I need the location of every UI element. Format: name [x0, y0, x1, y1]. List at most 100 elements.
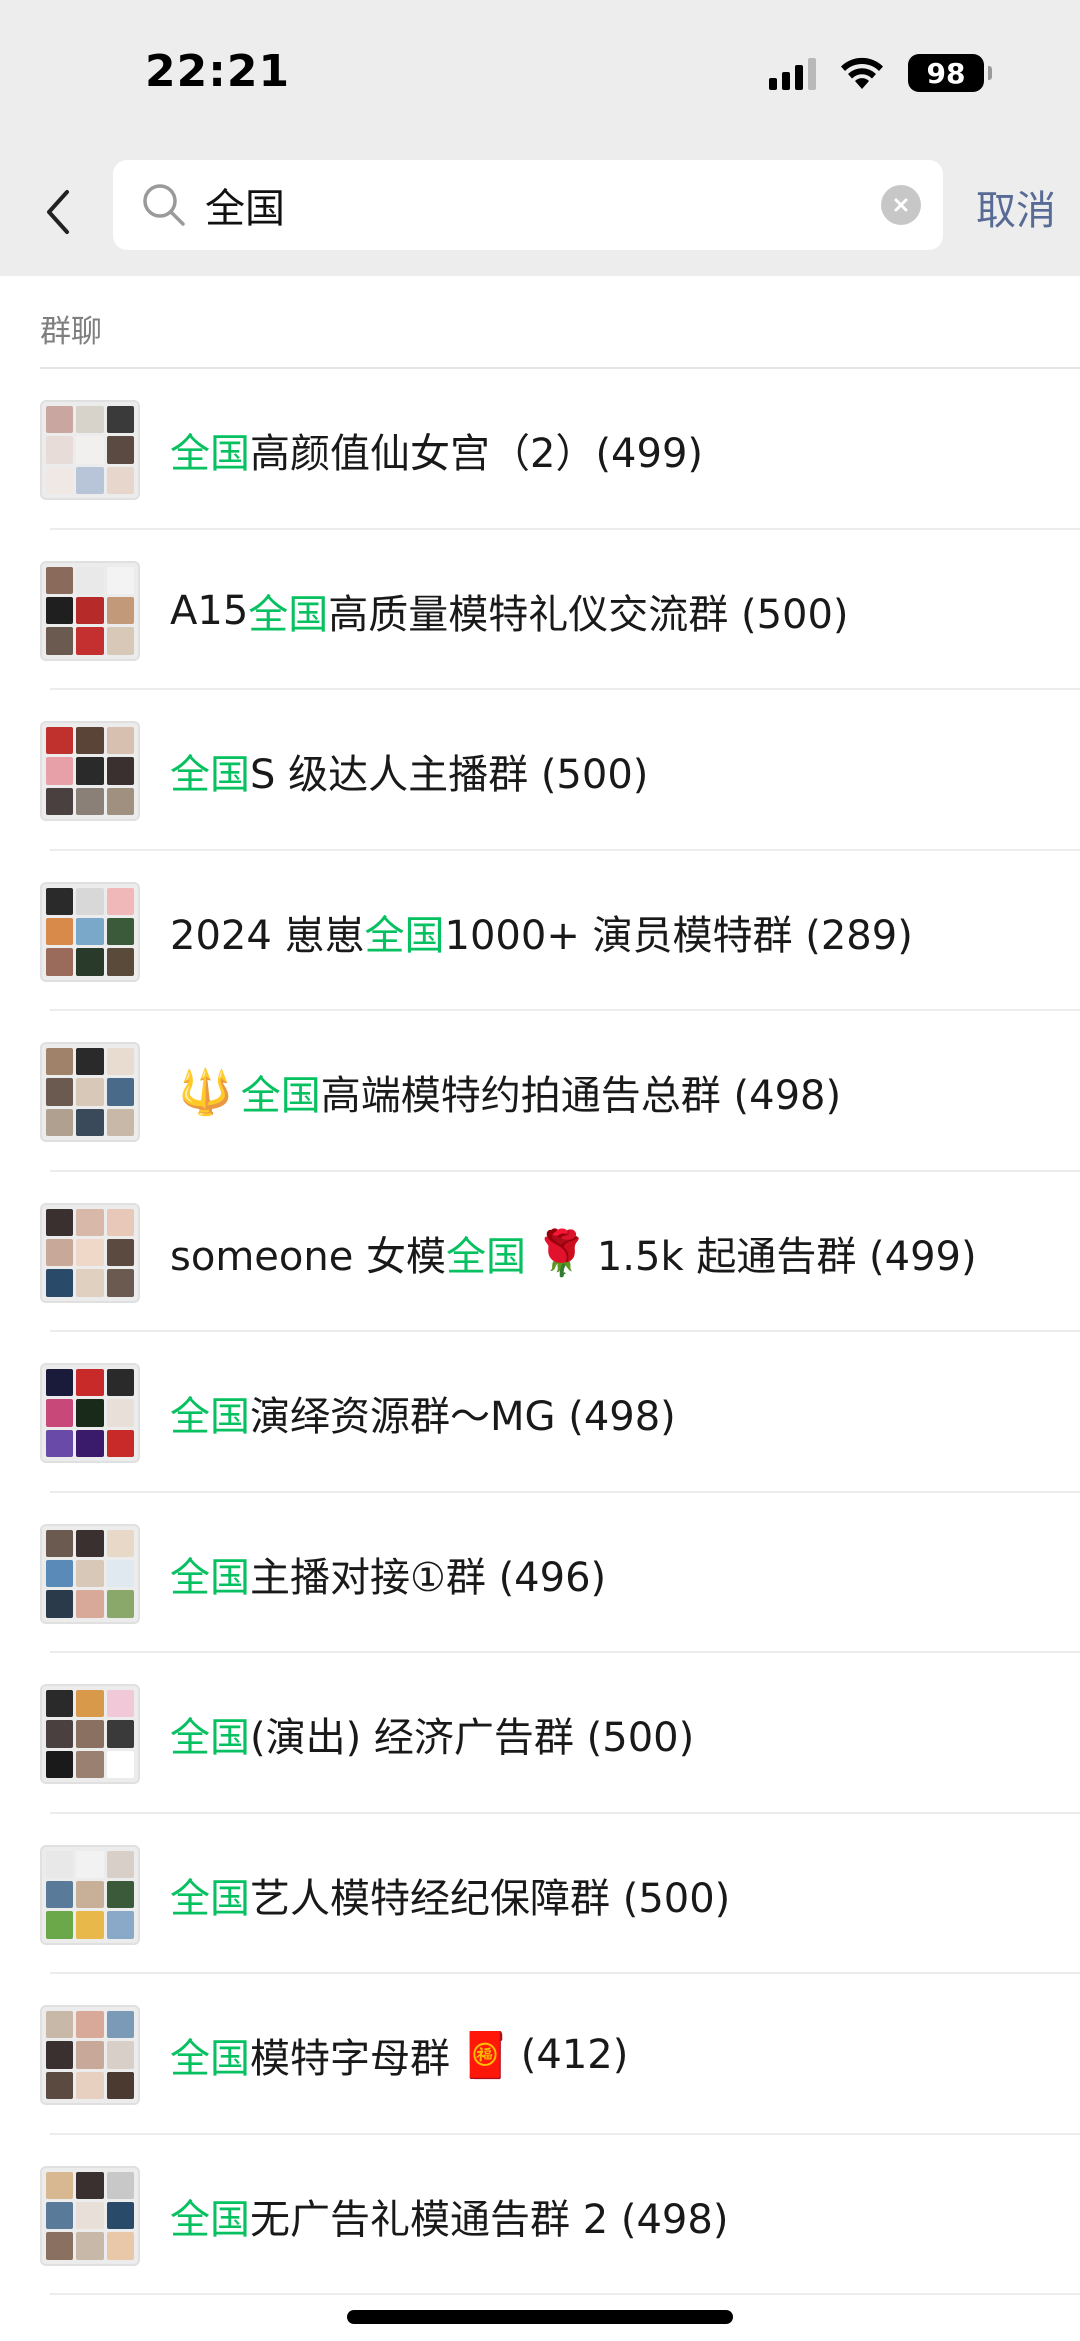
avatar-tile	[106, 948, 134, 976]
status-time: 22:21	[145, 46, 291, 97]
group-name-suffix: 高质量模特礼仪交流群 (500)	[328, 591, 849, 638]
clear-icon[interactable]	[881, 185, 921, 225]
avatar-tile	[46, 787, 74, 815]
avatar-tile	[46, 1590, 74, 1618]
group-name: 2024 崽崽 全国 1000+ 演员模特群 (289)	[170, 895, 1020, 969]
avatar-tile	[106, 1850, 134, 1878]
list-item[interactable]: A15 全国 高质量模特礼仪交流群 (500)	[0, 530, 1080, 690]
avatar-tile	[46, 2171, 74, 2199]
avatar-tile	[106, 727, 134, 755]
list-item[interactable]: 全国 无广告礼模通告群 2 (498)	[0, 2135, 1080, 2295]
row-divider	[50, 2293, 1080, 2295]
list-item[interactable]: 全国 艺人模特经纪保障群 (500)	[0, 1814, 1080, 1974]
avatar-tile	[76, 1559, 104, 1588]
search-box[interactable]	[113, 160, 943, 250]
list-item[interactable]: 全国 模特字母群 🧧 (412)	[0, 1974, 1080, 2135]
avatar-tile	[46, 1269, 74, 1297]
list-item[interactable]: 全国 高颜值仙女宫（2）(499)	[0, 369, 1080, 530]
avatar-tile	[76, 727, 104, 755]
avatar-tile	[46, 757, 74, 785]
avatar-tile	[46, 887, 74, 915]
avatar-tile	[106, 1559, 134, 1588]
group-avatar	[40, 1523, 140, 1624]
avatar-tile	[106, 1529, 134, 1557]
avatar-tile	[76, 1048, 104, 1076]
result-list: 全国 高颜值仙女宫（2）(499) A15 全国 高质量模特礼仪交流群 (500) 全国…	[0, 369, 1080, 2295]
avatar-tile	[76, 948, 104, 976]
group-name-tail: 1.5k 起通告群 (499)	[596, 1233, 977, 1280]
avatar-tile	[106, 2201, 134, 2230]
search-match-highlight: 全国	[170, 2036, 250, 2082]
group-avatar	[40, 1844, 140, 1945]
avatar-tile	[76, 436, 104, 464]
group-name: 全国 高颜值仙女宫（2）(499)	[170, 413, 1020, 487]
group-name-prefix: A15	[170, 587, 249, 634]
avatar-tile	[76, 1078, 104, 1106]
avatar-tile	[106, 917, 134, 946]
status-bar: 22:21 98	[0, 0, 1080, 150]
avatar-tile	[106, 2041, 134, 2069]
list-item[interactable]: someone 女模 全国 🌹 1.5k 起通告群 (499)	[0, 1172, 1080, 1332]
search-match-highlight: 全国	[170, 2196, 250, 2243]
avatar-tile	[46, 436, 74, 464]
avatar-tile	[106, 1108, 134, 1136]
avatar-tile	[106, 436, 134, 464]
list-item[interactable]: 全国 S 级达人主播群 (500)	[0, 690, 1080, 851]
avatar-tile	[46, 627, 74, 655]
avatar-tile	[76, 757, 104, 785]
avatar-tile	[106, 1048, 134, 1076]
list-item[interactable]: 全国 (演出) 经济广告群 (500)	[0, 1653, 1080, 1814]
avatar-tile	[76, 566, 104, 594]
cancel-button[interactable]: 取消	[976, 178, 1056, 236]
avatar-tile	[76, 596, 104, 625]
avatar-tile	[46, 2041, 74, 2069]
avatar-tile	[76, 2041, 104, 2069]
avatar-tile	[46, 917, 74, 946]
list-item[interactable]: 2024 崽崽 全国 1000+ 演员模特群 (289)	[0, 851, 1080, 1011]
close-icon	[894, 198, 908, 212]
avatar-tile	[46, 948, 74, 976]
avatar-tile	[46, 1048, 74, 1076]
avatar-tile	[46, 1850, 74, 1878]
avatar-tile	[76, 466, 104, 494]
avatar-tile	[106, 2232, 134, 2260]
group-avatar	[40, 1042, 140, 1142]
list-item[interactable]: 全国 演绎资源群～MG (498)	[0, 1332, 1080, 1493]
emoji-icon: 🔱	[178, 1067, 233, 1118]
cellular-signal-icon	[769, 56, 816, 90]
search-bar: 取消	[0, 150, 1080, 276]
avatar-tile	[46, 406, 74, 434]
avatar-tile	[106, 2171, 134, 2199]
avatar-tile	[76, 1399, 104, 1427]
emoji-icon: 🌹	[534, 1227, 589, 1279]
avatar-tile	[76, 1880, 104, 1909]
chevron-left-icon	[47, 190, 69, 234]
list-item[interactable]: 全国 主播对接①群 (496)	[0, 1493, 1080, 1653]
avatar-tile	[46, 1529, 74, 1557]
group-avatar	[40, 721, 140, 821]
list-item[interactable]: 🔱 全国 高端模特约拍通告总群 (498)	[0, 1011, 1080, 1172]
group-name-suffix: 主播对接①群 (496)	[250, 1554, 607, 1601]
group-avatar	[40, 1202, 140, 1303]
search-match-highlight: 全国	[170, 1394, 250, 1440]
back-button[interactable]	[36, 180, 80, 244]
group-name-suffix: S 级达人主播群 (500)	[250, 752, 649, 798]
group-name-suffix: 1000+ 演员模特群 (289)	[444, 912, 913, 959]
avatar-tile	[106, 1880, 134, 1909]
search-match-highlight: 全国	[364, 912, 445, 959]
avatar-tile	[76, 2011, 104, 2039]
avatar-tile	[76, 1529, 104, 1557]
search-input[interactable]	[205, 160, 865, 250]
avatar-tile	[76, 1208, 104, 1236]
search-match-highlight: 全国	[170, 1715, 250, 1761]
avatar-tile	[46, 1690, 74, 1718]
avatar-tile	[106, 627, 134, 655]
avatar-tile	[46, 1078, 74, 1106]
search-match-highlight: 全国	[240, 1073, 321, 1119]
avatar-tile	[106, 757, 134, 785]
avatar-tile	[106, 1429, 134, 1457]
status-icons: 98	[769, 52, 992, 94]
home-indicator	[347, 2310, 733, 2324]
avatar-tile	[76, 1429, 104, 1457]
avatar-tile	[46, 1750, 74, 1778]
